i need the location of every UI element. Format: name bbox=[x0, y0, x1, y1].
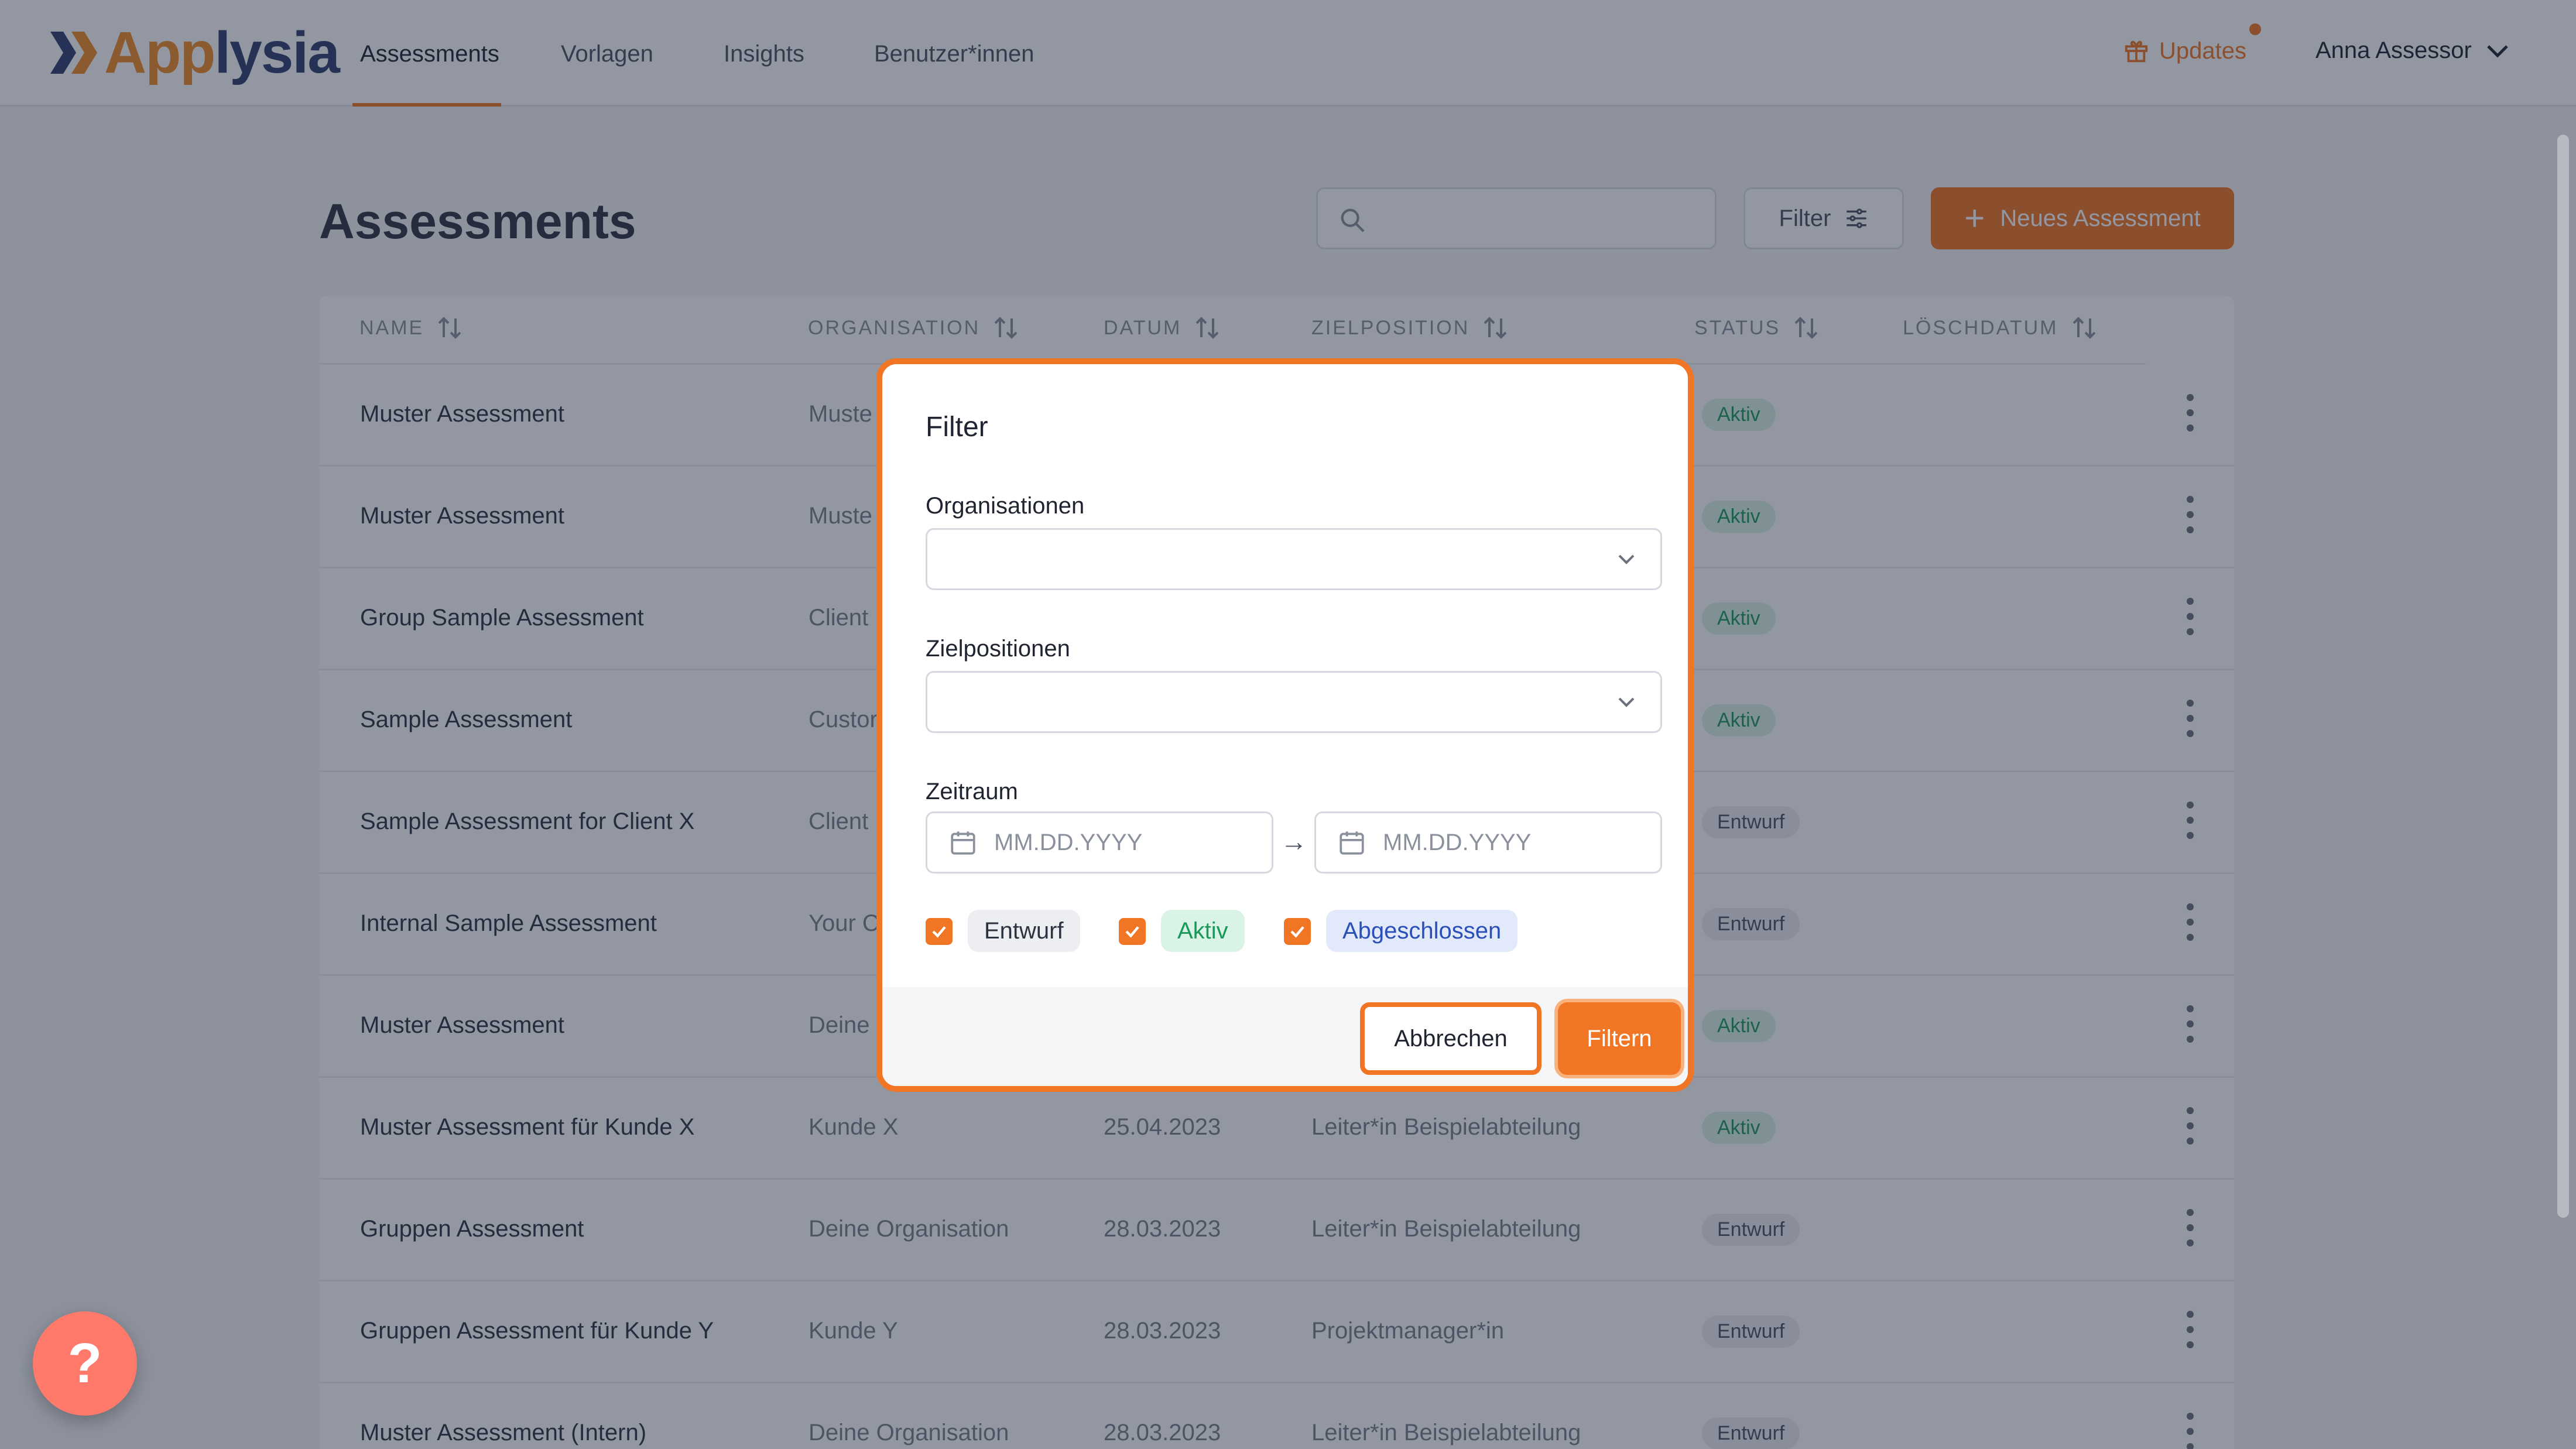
help-button[interactable]: ? bbox=[33, 1311, 137, 1416]
date-to-input[interactable]: MM.DD.YYYY bbox=[1314, 811, 1662, 873]
chevron-down-icon bbox=[1618, 697, 1635, 707]
filter-dialog: Filter Organisationen Zielpositionen Zei… bbox=[876, 358, 1694, 1092]
positions-label: Zielpositionen bbox=[926, 636, 1070, 662]
calendar-icon bbox=[1340, 831, 1364, 855]
dialog-title: Filter bbox=[926, 412, 988, 443]
apply-filter-button[interactable]: Filtern bbox=[1558, 1002, 1681, 1075]
checkbox-entwurf[interactable] bbox=[926, 918, 953, 945]
date-to-placeholder: MM.DD.YYYY bbox=[1383, 829, 1532, 855]
date-from-placeholder: MM.DD.YYYY bbox=[994, 829, 1143, 855]
status-chip-abgeschlossen: Abgeschlossen bbox=[1326, 910, 1518, 952]
status-chip-aktiv: Aktiv bbox=[1161, 910, 1245, 952]
status-chip-entwurf: Entwurf bbox=[968, 910, 1080, 952]
period-label: Zeitraum bbox=[926, 779, 1018, 804]
cancel-button[interactable]: Abbrechen bbox=[1360, 1002, 1542, 1075]
organisations-label: Organisationen bbox=[926, 493, 1085, 519]
chevron-down-icon bbox=[1618, 554, 1635, 564]
page-scrollbar[interactable] bbox=[2557, 135, 2569, 1218]
organisations-select[interactable] bbox=[926, 528, 1662, 590]
calendar-icon bbox=[951, 831, 975, 855]
checkmark-icon bbox=[932, 926, 946, 938]
date-from-input[interactable]: MM.DD.YYYY bbox=[926, 811, 1273, 873]
checkbox-aktiv[interactable] bbox=[1119, 918, 1146, 945]
checkbox-abgeschlossen[interactable] bbox=[1284, 918, 1311, 945]
date-range-arrow: → bbox=[1280, 826, 1307, 857]
checkmark-icon bbox=[1125, 926, 1139, 938]
checkmark-icon bbox=[1290, 926, 1304, 938]
positions-select[interactable] bbox=[926, 671, 1662, 733]
